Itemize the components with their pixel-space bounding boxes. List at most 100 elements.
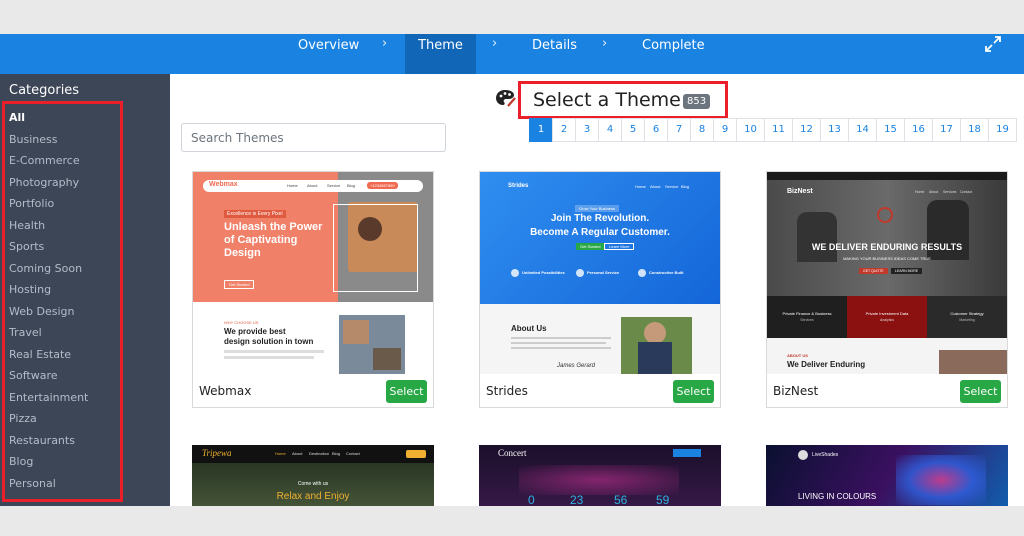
category-item-web-design[interactable]: Web Design	[9, 305, 88, 327]
step-complete[interactable]: Complete	[642, 34, 705, 74]
category-item-entertainment[interactable]: Entertainment	[9, 391, 88, 413]
category-item-travel[interactable]: Travel	[9, 326, 88, 348]
preview-nav-item: Home	[915, 190, 925, 194]
page-link[interactable]: 13	[820, 118, 849, 142]
preview-section-tag: WHY CHOOSE US	[224, 320, 259, 325]
preview-badge: Excellence is Every Pixel	[224, 210, 286, 218]
wizard-steps-bar: Overview › Theme › Details › Complete	[0, 34, 1024, 74]
category-item-personal[interactable]: Personal	[9, 477, 88, 499]
page-link[interactable]: 1	[529, 118, 553, 142]
preview-nav-item: Contact	[960, 190, 973, 194]
preview-counter: 59	[656, 493, 670, 506]
preview-box-title: Customer Strategy	[950, 311, 984, 316]
search-themes-input[interactable]	[181, 123, 446, 152]
preview-nav-item: Blog	[681, 184, 690, 189]
theme-card-biznest[interactable]: BizNest Home About Services Contact WE D…	[766, 171, 1008, 408]
preview-nav-item: Service	[665, 184, 679, 189]
theme-preview-webmax: Webmax Home About Service Blog +12345678…	[193, 172, 433, 374]
page-link[interactable]: 8	[690, 118, 714, 142]
preview-nav-item: About	[929, 190, 939, 194]
page-link[interactable]: 16	[904, 118, 933, 142]
step-details[interactable]: Details	[532, 34, 577, 74]
category-item-hosting[interactable]: Hosting	[9, 283, 88, 305]
page-link[interactable]: 4	[598, 118, 622, 142]
preview-text: Relax and Enjoy	[276, 491, 350, 502]
preview-section-title: We provide best	[224, 327, 286, 336]
category-item-restaurants[interactable]: Restaurants	[9, 434, 88, 456]
page-link[interactable]: 15	[876, 118, 905, 142]
step-theme[interactable]: Theme	[405, 34, 476, 74]
theme-preview-strides: Strides Home About Service Blog Grow You…	[480, 172, 720, 374]
category-item-blog[interactable]: Blog	[9, 455, 88, 477]
preview-cta: Get Started	[224, 280, 255, 289]
theme-name: Webmax	[199, 384, 252, 398]
preview-nav-item: Services	[943, 190, 957, 194]
preview-nav-item: Service	[327, 183, 341, 188]
page-link[interactable]: 19	[988, 118, 1017, 142]
preview-box-sub: Marketing	[959, 318, 975, 322]
category-item-software[interactable]: Software	[9, 369, 88, 391]
page-title: Select a Theme	[533, 89, 681, 111]
theme-card-tripewa[interactable]: Tripewa Home About Destination Blog Cont…	[192, 445, 434, 506]
theme-card-concert[interactable]: Concert 0 23 56 59	[479, 445, 721, 506]
theme-card-strides[interactable]: Strides Home About Service Blog Grow You…	[479, 171, 721, 408]
page-link[interactable]: 2	[552, 118, 576, 142]
preview-nav-item: Home	[287, 183, 298, 188]
theme-card-liveshades[interactable]: LiveShades LIVING IN COLOURS	[766, 445, 1008, 506]
theme-preview-biznest: BizNest Home About Services Contact WE D…	[767, 172, 1007, 374]
preview-nav-item: Blog	[347, 183, 356, 188]
page-link[interactable]: 17	[932, 118, 961, 142]
sidebar-title: Categories	[9, 83, 80, 98]
preview-button: LEARN MORE	[891, 268, 923, 274]
preview-tag: Grow Your Business	[575, 205, 620, 212]
category-item-e-commerce[interactable]: E-Commerce	[9, 154, 88, 176]
preview-nav-item: About	[650, 184, 661, 189]
page-link[interactable]: 5	[621, 118, 645, 142]
category-item-coming-soon[interactable]: Coming Soon	[9, 262, 88, 284]
category-item-all[interactable]: All	[9, 111, 88, 133]
select-theme-button[interactable]: Select	[386, 380, 427, 403]
step-overview[interactable]: Overview	[298, 34, 359, 74]
chevron-right-icon: ›	[492, 36, 498, 51]
preview-logo: BizNest	[787, 188, 813, 195]
preview-headline: Become A Regular Customer.	[530, 227, 670, 238]
page-link[interactable]: 7	[667, 118, 691, 142]
category-item-business[interactable]: Business	[9, 133, 88, 155]
preview-logo: LiveShades	[812, 452, 839, 458]
preview-box-title: Private Finance & Business	[782, 311, 832, 316]
page-link[interactable]: 6	[644, 118, 668, 142]
category-sidebar: Categories All Business E-Commerce Photo…	[0, 74, 170, 506]
page-link[interactable]: 18	[960, 118, 989, 142]
preview-nav-item: Blog	[332, 451, 341, 456]
preview-headline: of Captivating	[224, 234, 298, 246]
category-item-sports[interactable]: Sports	[9, 240, 88, 262]
preview-logo: Strides	[508, 183, 529, 189]
page-link[interactable]: 14	[848, 118, 877, 142]
preview-phone: +1234567890	[367, 182, 398, 189]
preview-button: Get Started	[576, 243, 605, 250]
preview-section-title: About Us	[511, 324, 547, 333]
page-link[interactable]: 12	[792, 118, 821, 142]
preview-logo: Webmax	[209, 181, 238, 188]
category-item-real-estate[interactable]: Real Estate	[9, 348, 88, 370]
select-theme-button[interactable]: Select	[960, 380, 1001, 403]
page-link[interactable]: 10	[736, 118, 765, 142]
theme-count-badge: 853	[683, 94, 711, 109]
preview-nav-item: Home	[635, 184, 646, 189]
theme-card-webmax[interactable]: Webmax Home About Service Blog +12345678…	[192, 171, 434, 408]
page-link[interactable]: 9	[713, 118, 737, 142]
theme-name: Strides	[486, 384, 528, 398]
preview-box-sub: Analytics	[879, 318, 894, 322]
category-item-pizza[interactable]: Pizza	[9, 412, 88, 434]
category-item-portfolio[interactable]: Portfolio	[9, 197, 88, 219]
expand-icon[interactable]	[983, 34, 1003, 54]
category-item-photography[interactable]: Photography	[9, 176, 88, 198]
preview-signature: James Gerard	[557, 363, 596, 369]
preview-nav-item: About	[292, 451, 303, 456]
preview-section-title: design solution in town	[224, 337, 314, 346]
page-link[interactable]: 11	[764, 118, 793, 142]
preview-logo: Concert	[498, 448, 527, 458]
category-item-health[interactable]: Health	[9, 219, 88, 241]
select-theme-button[interactable]: Select	[673, 380, 714, 403]
page-link[interactable]: 3	[575, 118, 599, 142]
